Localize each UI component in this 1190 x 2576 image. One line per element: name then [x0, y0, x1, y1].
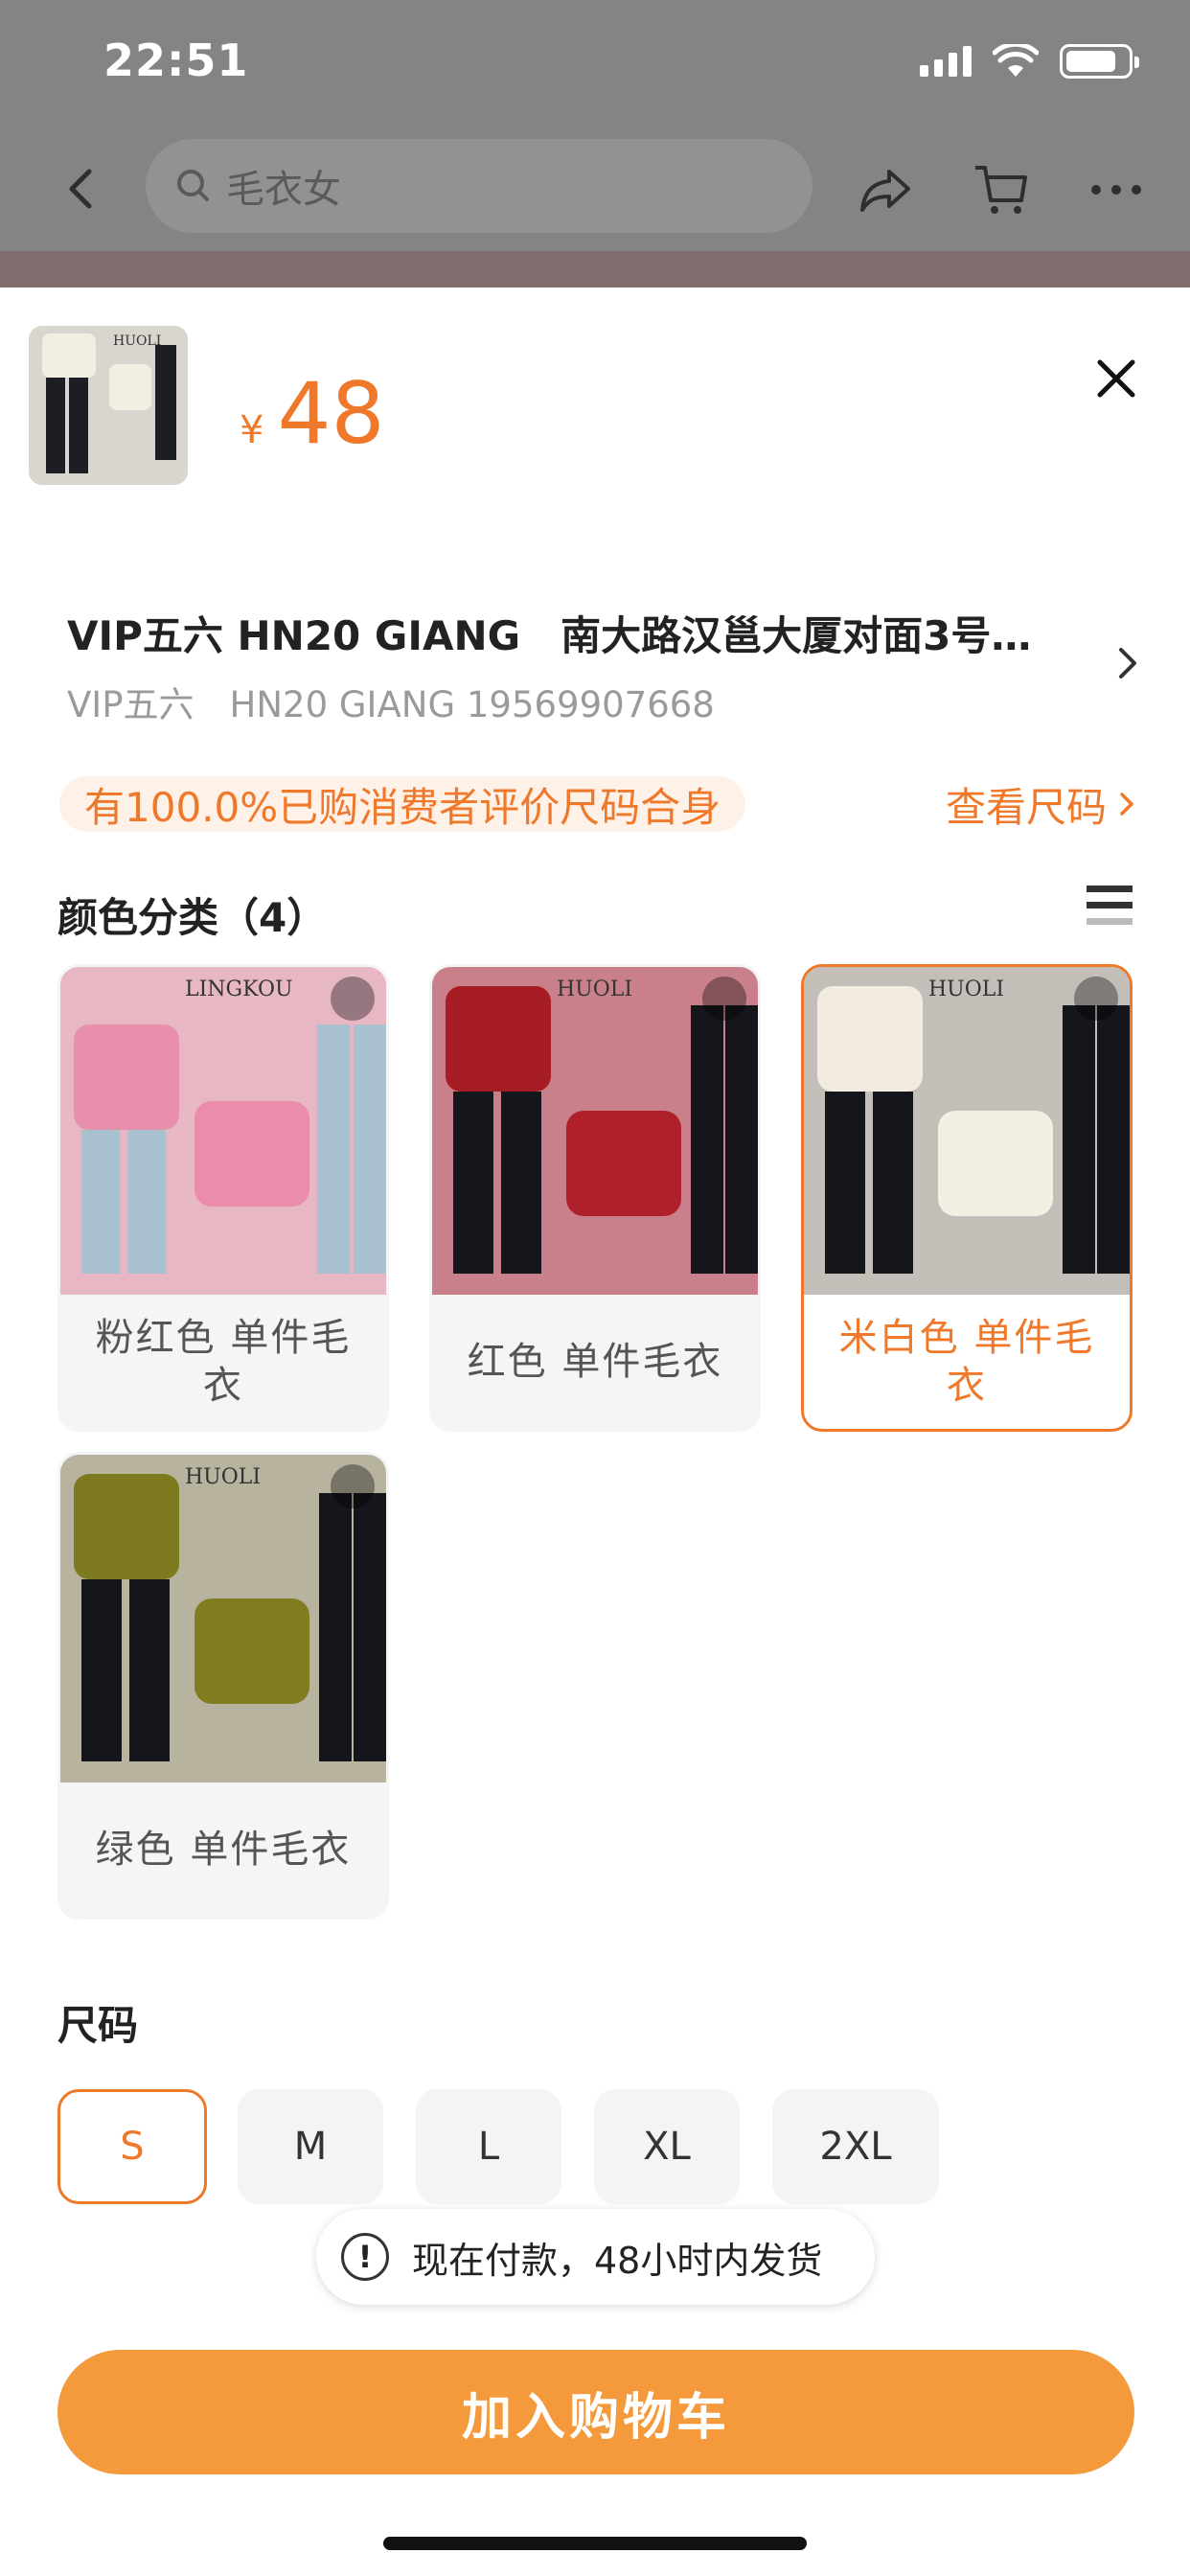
close-icon[interactable] — [1090, 353, 1142, 404]
product-thumbnail[interactable]: HUOLI — [29, 326, 188, 485]
view-size-chart-link[interactable]: 查看尺码 — [946, 776, 1137, 832]
size-fit-badge: 有100.0%已购消费者评价尺码合身 — [59, 776, 746, 832]
address-recipient: VIP五六 HN20 GIANG 南大路汉邕大厦对面3号… — [67, 612, 1032, 659]
cart-icon[interactable] — [970, 158, 1033, 221]
svg-text:HUOLI: HUOLI — [185, 1465, 261, 1489]
svg-text:LINGKOU: LINGKOU — [185, 978, 293, 1001]
shipping-address[interactable]: VIP五六 HN20 GIANG 南大路汉邕大厦对面3号… VIP五六 HN20… — [67, 604, 1121, 727]
top-navigation: 毛衣女 — [0, 139, 1190, 235]
color-option-red[interactable]: HUOLI 红色 单件毛衣 — [429, 964, 761, 1432]
status-bar: 22:51 — [0, 0, 1190, 129]
expand-icon[interactable] — [1074, 977, 1118, 1021]
size-option-l[interactable]: L — [416, 2089, 561, 2204]
price-value: 48 — [277, 364, 385, 463]
shipping-toast: ! 现在付款，48小时内发货 — [316, 2209, 875, 2305]
background-product-strip — [0, 251, 1190, 288]
share-icon[interactable] — [855, 158, 918, 221]
search-placeholder: 毛衣女 — [226, 168, 341, 212]
color-option-image: HUOLI — [432, 967, 758, 1295]
size-section-title: 尺码 — [57, 2002, 139, 2049]
warning-icon: ! — [341, 2233, 389, 2281]
add-to-cart-button[interactable]: 加入购物车 — [57, 2350, 1134, 2474]
color-option-image: HUOLI — [804, 967, 1130, 1295]
color-option-pink[interactable]: LINGKOU 粉红色 单件毛衣 — [57, 964, 389, 1432]
address-contact: VIP五六 HN20 GIANG 19569907668 — [67, 684, 715, 725]
color-option-image: LINGKOU — [60, 967, 386, 1295]
chevron-right-icon[interactable] — [1110, 642, 1144, 684]
color-option-label: 粉红色 单件毛衣 — [95, 1316, 352, 1408]
size-option-xl[interactable]: XL — [594, 2089, 740, 2204]
color-option-label: 米白色 单件毛衣 — [838, 1316, 1095, 1408]
toast-text: 现在付款，48小时内发货 — [412, 2239, 823, 2282]
status-time: 22:51 — [103, 34, 249, 86]
more-icon[interactable] — [1085, 158, 1148, 221]
currency-symbol: ¥ — [240, 408, 264, 452]
wifi-icon — [993, 44, 1039, 77]
battery-icon — [1060, 44, 1139, 79]
sku-selection-sheet: HUOLI ¥ 48 VIP五六 HN20 GIANG 南大路汉邕大厦对面3号…… — [0, 288, 1190, 2576]
back-icon[interactable] — [53, 160, 110, 218]
color-option-green[interactable]: HUOLI 绿色 单件毛衣 — [57, 1452, 389, 1920]
color-option-label: 绿色 单件毛衣 — [95, 1828, 352, 1872]
color-option-label: 红色 单件毛衣 — [467, 1340, 723, 1384]
product-price: ¥ 48 — [240, 364, 384, 463]
color-section-title: 颜色分类（4） — [57, 894, 328, 941]
svg-text:HUOLI: HUOLI — [113, 334, 161, 349]
color-option-off-white[interactable]: HUOLI 米白色 单件毛衣 — [801, 964, 1133, 1432]
size-option-s[interactable]: S — [57, 2089, 207, 2204]
size-option-2xl[interactable]: 2XL — [772, 2089, 939, 2204]
search-input[interactable]: 毛衣女 — [146, 139, 812, 233]
status-icons — [920, 44, 1139, 79]
expand-icon[interactable] — [331, 1464, 375, 1508]
svg-text:HUOLI: HUOLI — [557, 978, 632, 1001]
home-indicator — [383, 2537, 807, 2550]
expand-icon[interactable] — [331, 977, 375, 1021]
color-option-image: HUOLI — [60, 1455, 386, 1782]
search-icon — [177, 170, 209, 201]
expand-icon[interactable] — [702, 977, 746, 1021]
cellular-signal-icon — [920, 46, 972, 77]
svg-text:HUOLI: HUOLI — [928, 978, 1004, 1001]
size-option-m[interactable]: M — [238, 2089, 383, 2204]
size-chart-label: 查看尺码 — [945, 783, 1107, 831]
list-view-icon[interactable] — [1087, 882, 1133, 930]
chevron-right-icon — [1120, 793, 1133, 816]
